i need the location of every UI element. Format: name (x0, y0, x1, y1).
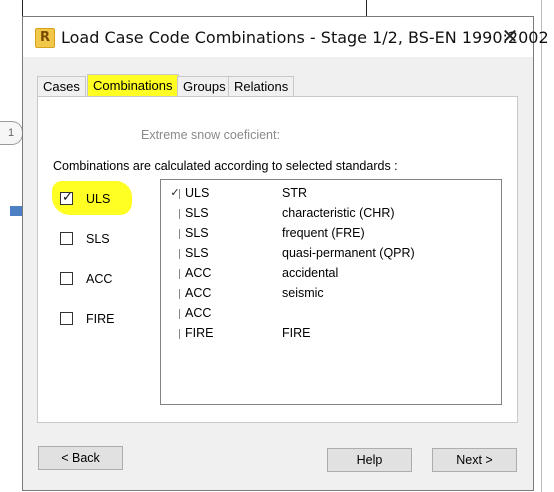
tab-relations[interactable]: Relations (228, 76, 295, 96)
combination-code: SLS (185, 246, 209, 260)
uls-checkbox[interactable]: ✓ (60, 190, 73, 205)
tab-groups[interactable]: Groups (177, 76, 232, 96)
background-divider (541, 0, 542, 492)
item-separator (179, 209, 180, 219)
fire-checkbox[interactable] (60, 312, 73, 325)
background-marker (10, 206, 22, 216)
combination-code: ACC (185, 266, 212, 280)
tab-cases[interactable]: Cases (37, 76, 86, 96)
standard-label: FIRE (86, 312, 115, 326)
item-separator (179, 249, 180, 259)
load-case-combinations-dialog: R Load Case Code Combinations - Stage 1/… (22, 16, 554, 491)
combination-description: seismic (282, 286, 324, 300)
back-button[interactable]: < Back (38, 446, 123, 470)
tab-combinations[interactable]: Combinations (87, 74, 179, 97)
combination-description: STR (282, 186, 307, 200)
list-item[interactable]: SLS quasi-permanent (QPR) (161, 245, 501, 263)
background-tab: 1 (0, 121, 23, 145)
combination-description: FIRE (282, 326, 311, 340)
combination-description: accidental (282, 266, 339, 280)
item-separator (179, 309, 180, 319)
list-item[interactable]: SLS frequent (FRE) (161, 225, 501, 243)
combination-code: SLS (185, 226, 209, 240)
background-divider (366, 0, 367, 16)
list-item[interactable]: ACC accidental (161, 265, 501, 283)
acc-checkbox[interactable] (60, 272, 73, 285)
app-logo-icon: R (35, 28, 55, 48)
list-item[interactable]: ACC seismic (161, 285, 501, 303)
combination-description: characteristic (CHR) (282, 206, 395, 220)
combination-code: ULS (185, 186, 210, 200)
standard-label: SLS (86, 232, 110, 246)
help-button[interactable]: Help (327, 448, 412, 472)
dialog-title: Load Case Code Combinations - Stage 1/2,… (61, 28, 554, 47)
checkmark-icon: ✓ (62, 190, 73, 205)
standard-label: ACC (86, 272, 113, 286)
list-item[interactable]: ACC (161, 305, 501, 323)
list-item[interactable]: ✓ ULS STR (161, 185, 501, 203)
item-separator (179, 189, 180, 199)
background-divider (22, 0, 23, 16)
combination-code: ACC (185, 286, 212, 300)
list-item[interactable]: SLS characteristic (CHR) (161, 205, 501, 223)
next-button[interactable]: Next > (432, 448, 517, 472)
combination-description: frequent (FRE) (282, 226, 365, 240)
calculation-description: Combinations are calculated according to… (53, 159, 398, 173)
item-separator (179, 289, 180, 299)
title-bar: R Load Case Code Combinations - Stage 1/… (23, 17, 554, 57)
item-separator (179, 329, 180, 339)
combination-description: quasi-permanent (QPR) (282, 246, 415, 260)
item-separator (179, 269, 180, 279)
standard-label: ULS (86, 192, 111, 206)
combination-code: FIRE (185, 326, 214, 340)
combinations-panel: Extreme snow coeficient: Combinations ar… (37, 96, 518, 423)
sls-checkbox[interactable] (60, 232, 73, 245)
item-separator (179, 229, 180, 239)
list-item[interactable]: FIRE FIRE (161, 325, 501, 343)
combination-code: ACC (185, 306, 212, 320)
combination-code: SLS (185, 206, 209, 220)
close-icon[interactable]: ✕ (499, 25, 521, 47)
combination-list[interactable]: ✓ ULS STR SLS characteristic (CHR) SLS f… (160, 179, 502, 405)
snow-coefficient-label: Extreme snow coeficient: (141, 128, 280, 142)
